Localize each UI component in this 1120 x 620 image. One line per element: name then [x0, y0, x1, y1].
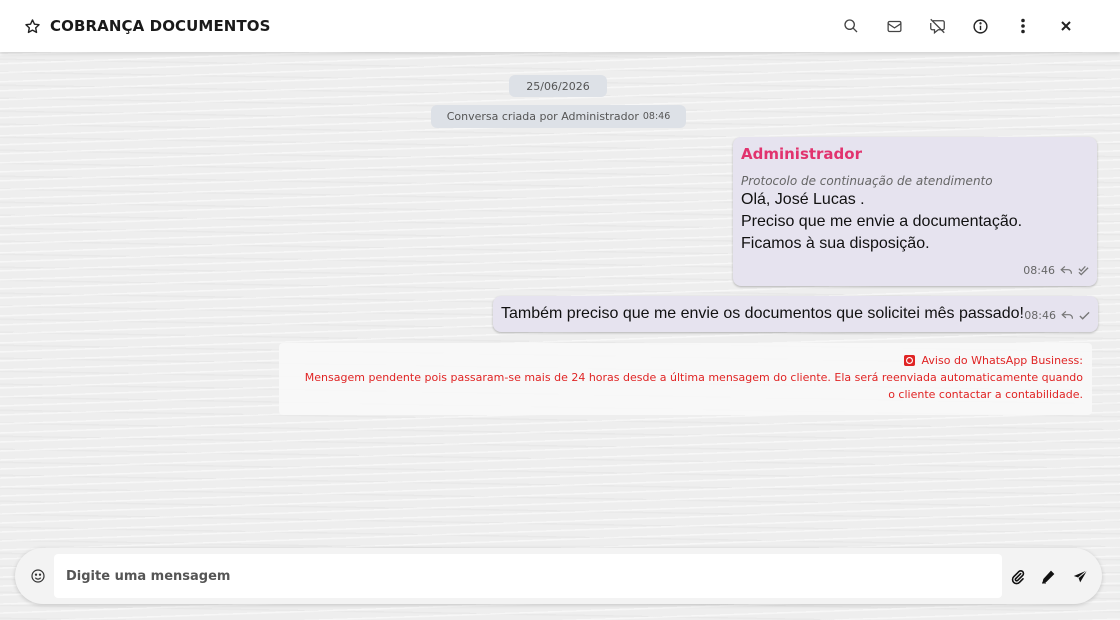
- message-text: Também preciso que me envie os documento…: [501, 305, 1024, 322]
- reply-icon[interactable]: [1061, 310, 1074, 321]
- message-sender: Administrador: [741, 145, 862, 163]
- message-composer: [15, 548, 1102, 604]
- chat-window: COBRANÇA DOCUMENTOS 25/06/2026 Conversa …: [0, 0, 1120, 620]
- mail-icon[interactable]: [880, 13, 908, 39]
- date-label: 25/06/2026: [526, 79, 590, 93]
- message-line: Preciso que me envie a documentação.: [741, 213, 1023, 230]
- chat-title: COBRANÇA DOCUMENTOS: [50, 17, 271, 35]
- message-line: Ficamos à sua disposição.: [741, 235, 930, 252]
- search-icon[interactable]: [837, 13, 865, 39]
- warning-title: Aviso do WhatsApp Business:: [921, 354, 1083, 367]
- send-icon[interactable]: [1069, 566, 1091, 588]
- close-icon[interactable]: [1052, 13, 1080, 39]
- paperclip-icon[interactable]: [1007, 566, 1029, 588]
- emoji-icon[interactable]: [28, 566, 48, 586]
- double-check-icon: [1078, 265, 1089, 276]
- check-icon: [1079, 311, 1090, 321]
- warning-text: Mensagem pendente pois passaram-se mais …: [304, 371, 1083, 401]
- more-vertical-icon[interactable]: [1009, 13, 1037, 39]
- reply-icon[interactable]: [1060, 265, 1073, 276]
- star-icon[interactable]: [22, 16, 42, 36]
- message-time: 08:46: [1023, 264, 1055, 277]
- message-meta: 08:46: [1024, 309, 1090, 322]
- message-meta: 08:46: [1023, 264, 1089, 277]
- header-actions: [837, 13, 1080, 39]
- message-input[interactable]: [54, 554, 1002, 598]
- system-message-time: 08:46: [642, 111, 671, 122]
- system-message: Conversa criada por Administrador 08:46: [431, 105, 686, 128]
- pen-icon[interactable]: [1037, 566, 1059, 588]
- warning-header: Aviso do WhatsApp Business:: [299, 352, 1083, 369]
- info-icon[interactable]: [966, 13, 994, 39]
- chat-header: COBRANÇA DOCUMENTOS: [0, 0, 1120, 52]
- message-line: Olá, José Lucas .: [741, 191, 865, 208]
- message-bubble[interactable]: Administrador Protocolo de continuação d…: [733, 137, 1097, 286]
- comment-off-icon[interactable]: [923, 13, 951, 39]
- whatsapp-warning: Aviso do WhatsApp Business: Mensagem pen…: [279, 343, 1092, 415]
- system-message-text: Conversa criada por Administrador: [446, 110, 639, 123]
- message-time: 08:46: [1024, 309, 1056, 322]
- whatsapp-icon: [903, 355, 915, 366]
- message-protocol: Protocolo de continuação de atendimento: [741, 174, 993, 188]
- date-chip: 25/06/2026: [509, 75, 607, 97]
- message-bubble[interactable]: Também preciso que me envie os documento…: [493, 296, 1098, 332]
